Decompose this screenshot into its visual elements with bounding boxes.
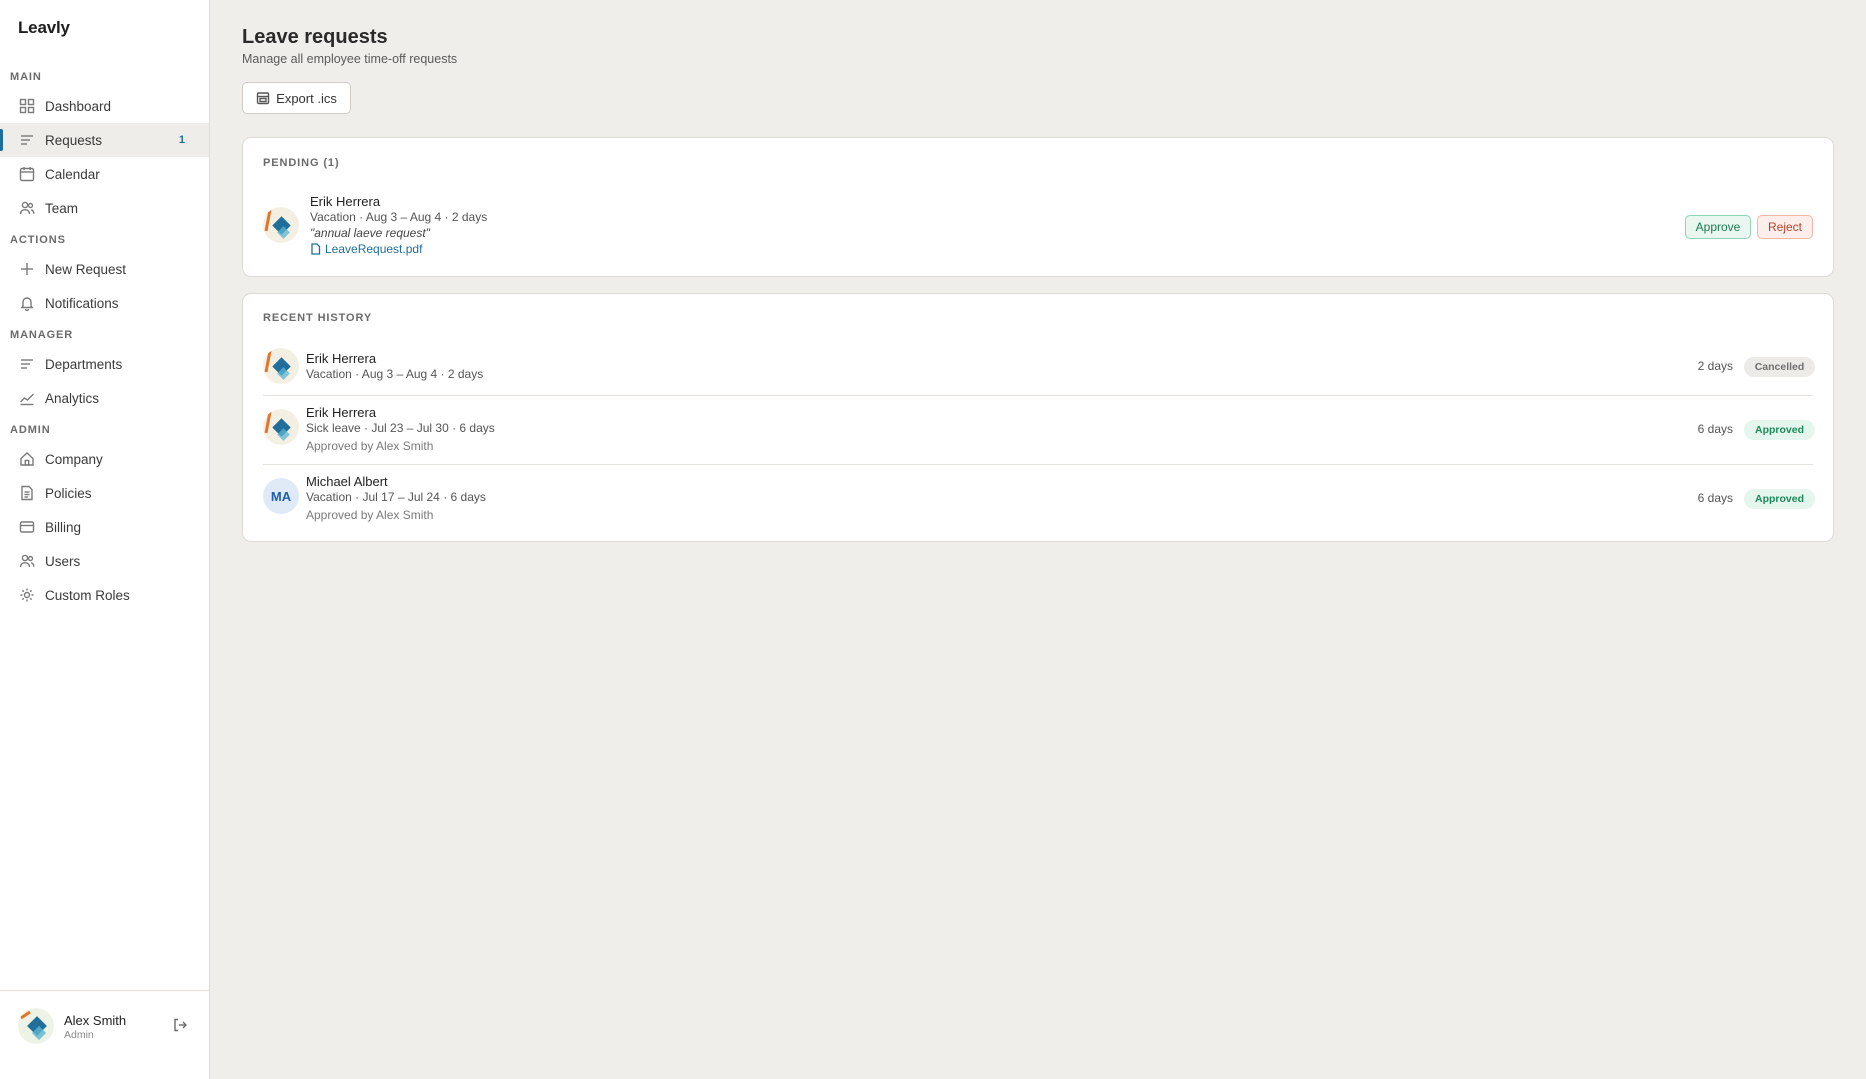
avatar xyxy=(263,348,299,384)
user-role: Admin xyxy=(64,1029,94,1041)
sidebar-item-label: New Request xyxy=(45,261,127,277)
sidebar-item-label: Team xyxy=(45,200,79,216)
sidebar-item-label: Notifications xyxy=(45,295,119,311)
employee-name: Erik Herrera xyxy=(306,351,377,366)
sidebar-item-label: Calendar xyxy=(45,166,100,182)
sidebar-item-custom-roles[interactable]: Custom Roles xyxy=(0,578,209,612)
sidebar-item-notifications[interactable]: Notifications xyxy=(0,286,209,320)
avatar xyxy=(263,409,299,445)
grid-icon xyxy=(19,98,35,114)
status-badge: Cancelled xyxy=(1744,357,1815,377)
sidebar-item-team[interactable]: Team xyxy=(0,191,209,225)
row-divider xyxy=(263,464,1813,465)
avatar[interactable] xyxy=(18,1008,54,1044)
employee-name: Erik Herrera xyxy=(306,405,377,420)
sidebar-item-label: Requests xyxy=(45,132,103,148)
days-count: 2 days xyxy=(1697,359,1733,373)
page-subtitle: Manage all employee time-off requests xyxy=(242,52,458,66)
sidebar-item-dashboard[interactable]: Dashboard xyxy=(0,89,209,123)
nav-section-admin: ADMIN xyxy=(10,424,51,436)
request-note: "annual laeve request" xyxy=(310,226,430,240)
nav-section-manager: MANAGER xyxy=(10,329,74,341)
days-count: 6 days xyxy=(1697,491,1733,505)
card-icon xyxy=(19,519,35,535)
sidebar-item-company[interactable]: Company xyxy=(0,442,209,476)
days-count: 6 days xyxy=(1697,422,1733,436)
logout-icon[interactable] xyxy=(172,1017,188,1033)
employee-name: Erik Herrera xyxy=(310,194,381,209)
user-name: Alex Smith xyxy=(64,1013,127,1028)
document-icon xyxy=(19,485,35,501)
request-meta: Vacation · Jul 17 – Jul 24 · 6 days xyxy=(306,490,486,504)
sidebar-item-label: Analytics xyxy=(45,390,100,406)
page-title: Leave requests xyxy=(242,26,388,48)
row-divider xyxy=(263,395,1813,396)
employee-name: Michael Albert xyxy=(306,474,388,489)
status-badge: Approved xyxy=(1744,420,1815,440)
reject-button[interactable]: Reject xyxy=(1757,215,1813,239)
sidebar-item-users[interactable]: Users xyxy=(0,544,209,578)
app-logo[interactable]: Leavly xyxy=(18,18,70,38)
pending-title: PENDING (1) xyxy=(263,157,340,169)
sidebar-item-requests[interactable]: Requests 1 xyxy=(0,123,209,157)
sidebar-item-new-request[interactable]: New Request xyxy=(0,252,209,286)
status-badge: Approved xyxy=(1744,489,1815,509)
approve-button[interactable]: Approve xyxy=(1685,215,1751,239)
request-meta: Sick leave · Jul 23 – Jul 30 · 6 days xyxy=(306,421,495,435)
requests-count-badge: 1 xyxy=(178,134,185,146)
sidebar-item-billing[interactable]: Billing xyxy=(0,510,209,544)
sidebar-item-policies[interactable]: Policies xyxy=(0,476,209,510)
nav-section-actions: ACTIONS xyxy=(10,234,66,246)
request-meta: Vacation · Aug 3 – Aug 4 · 2 days xyxy=(310,210,488,224)
request-meta: Vacation · Aug 3 – Aug 4 · 2 days xyxy=(306,367,484,381)
attachment-name: LeaveRequest.pdf xyxy=(325,242,423,256)
attachment-link[interactable]: LeaveRequest.pdf xyxy=(310,242,422,256)
export-ics-button[interactable]: Export .ics xyxy=(242,82,351,114)
export-label: Export .ics xyxy=(276,90,337,106)
plus-icon xyxy=(19,261,35,277)
approver-text: Approved by Alex Smith xyxy=(306,439,434,453)
sidebar-item-label: Custom Roles xyxy=(45,587,130,603)
sidebar-item-label: Departments xyxy=(45,356,123,372)
sidebar-item-label: Company xyxy=(45,451,103,467)
home-icon xyxy=(19,451,35,467)
history-title: RECENT HISTORY xyxy=(263,312,373,324)
sidebar-item-analytics[interactable]: Analytics xyxy=(0,381,209,415)
sidebar-item-label: Billing xyxy=(45,519,82,535)
avatar[interactable] xyxy=(263,207,299,243)
gear-icon xyxy=(19,587,35,603)
calendar-icon xyxy=(19,166,35,182)
approver-text: Approved by Alex Smith xyxy=(306,508,434,522)
sidebar-item-label: Dashboard xyxy=(45,98,112,114)
nav-section-main: MAIN xyxy=(10,71,42,83)
list-icon xyxy=(19,132,35,148)
sidebar-item-calendar[interactable]: Calendar xyxy=(0,157,209,191)
users-icon xyxy=(19,553,35,569)
sidebar: Leavly MAIN Dashboard Requests 1 Calenda… xyxy=(0,0,210,1079)
file-icon xyxy=(311,243,321,255)
user-profile: Alex Smith Admin xyxy=(0,990,209,1079)
list-icon xyxy=(19,356,35,372)
history-card: RECENT HISTORY Erik Herrera Vacation · A… xyxy=(242,293,1834,542)
calendar-export-icon xyxy=(256,92,270,105)
users-icon xyxy=(19,200,35,216)
sidebar-item-label: Policies xyxy=(45,485,92,501)
sidebar-item-departments[interactable]: Departments xyxy=(0,347,209,381)
pending-card: PENDING (1) Erik Herrera Vacation · Aug … xyxy=(242,137,1834,277)
sidebar-item-label: Users xyxy=(45,553,81,569)
bell-icon xyxy=(19,295,35,311)
chart-icon xyxy=(19,390,35,406)
avatar: MA xyxy=(263,478,299,514)
